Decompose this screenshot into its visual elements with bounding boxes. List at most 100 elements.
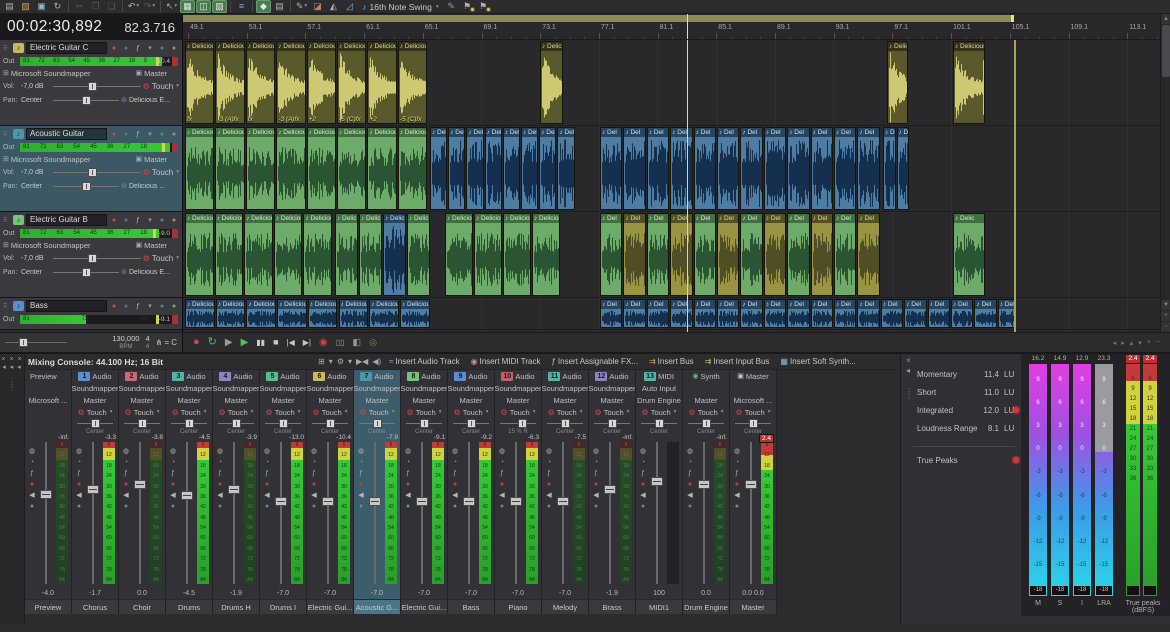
console-settings-gear-icon[interactable]: ⚙ [337,358,344,366]
eq-knob-icon[interactable]: ◔ [594,459,598,466]
playhead[interactable] [687,40,688,332]
audio-clip[interactable]: ♪ Delicious [337,127,366,210]
audio-clip[interactable]: ♪ Delicious [308,299,338,328]
strip-name[interactable]: Electric Gui... [401,599,447,614]
time-signature-numerator[interactable]: 4 [145,335,149,343]
interleave-icon[interactable]: ● [594,503,598,510]
automation-gear-icon[interactable]: ⚙ [219,408,226,417]
volume-fader[interactable] [604,485,616,494]
audio-clip[interactable]: ♪ Del [974,299,996,328]
input-echo-icon[interactable]: ◀ [76,492,81,499]
pan-slider[interactable] [500,419,536,428]
track-record-icon[interactable]: ● [109,45,119,52]
track-grip-icon[interactable]: ⠿ [3,303,11,310]
audio-clip[interactable]: ♪ Delicious-3 (A)fx [215,41,244,124]
automation-mode[interactable]: Touch [745,408,765,417]
audio-clip[interactable]: ♪ Delic [430,127,447,210]
mixer-strip[interactable]: 8AudioSoundmapperMaster⚙Touch▾Center-9.1… [401,370,448,614]
interleave-icon[interactable]: ● [30,503,34,510]
audio-clip[interactable]: ♪ Delicious-5 (C)fx [398,41,427,124]
track-header[interactable]: ⠿♪Bass●●ƒ▾●●Out817263-9.1 [0,298,182,330]
audio-clip[interactable]: ♪ Delic [359,213,382,296]
input-echo-icon[interactable]: ◀ [217,492,222,499]
fx-bypass-icon[interactable]: ⊘ [121,268,127,276]
track-freeze-icon[interactable]: ● [169,131,179,138]
input-echo-icon[interactable]: ◀ [499,492,504,499]
audio-clip[interactable]: ♪ Del [834,299,856,328]
volume-fader[interactable] [557,497,569,506]
zoom-in-icon[interactable]: + [1161,311,1170,321]
panel-drag-handle[interactable]: ⋮ ⋮ ⋮ [905,390,913,399]
output-device[interactable]: Microsoft Soundmapper [11,155,91,164]
strip-input[interactable]: Soundmapper [213,382,259,394]
audio-clip[interactable]: ♪ Delicious [887,41,908,124]
audio-clip[interactable]: ♪ Delicious [276,127,305,210]
slider-thumb[interactable] [82,268,91,277]
track-name[interactable]: Acoustic Guitar [26,128,107,140]
pan-slider[interactable] [453,419,489,428]
project-key[interactable]: ⋔ = C [156,338,177,347]
mixer-strip[interactable]: 4AudioSoundmapperMaster⚙Touch▾Center-3.9… [213,370,260,614]
volume-slider[interactable] [53,254,141,263]
go-to-end-button[interactable]: ▶| [303,339,311,347]
strip-input[interactable]: Soundmapper [260,382,306,394]
track-record-icon[interactable]: ● [109,131,119,138]
strip-input[interactable]: Soundmapper [72,382,118,394]
slider-thumb[interactable] [655,419,664,428]
preview-volume-slider[interactable] [5,338,67,347]
automation-gear-icon[interactable]: ⚙ [125,408,132,417]
input-gain-knob-icon[interactable]: ◍ [452,448,458,455]
metronome-button[interactable]: ▯▯ [336,339,345,347]
audio-clip[interactable]: ♪ Delic [539,127,556,210]
audio-clip[interactable]: ♪ Del [670,127,692,210]
track-freeze-icon[interactable]: ● [169,45,179,52]
input-echo-icon[interactable]: ◀ [452,492,457,499]
audio-clip[interactable]: ♪ De [883,127,896,210]
audio-clip[interactable]: ♪ Deliciousfx [246,41,275,124]
track-grip-icon[interactable]: ⠿ [3,131,11,138]
chevron-down-icon[interactable]: ▾ [251,409,254,415]
input-echo-icon[interactable]: ◀ [311,492,316,499]
input-echo-icon[interactable]: ◀ [640,492,645,499]
volume-value[interactable]: -7,0 dB [21,83,51,90]
volume-slider[interactable] [53,82,141,91]
chevron-down-icon[interactable]: ▾ [176,169,179,175]
record-automation-button[interactable]: ◉ [319,338,328,348]
automation-mode[interactable]: Touch [416,408,436,417]
input-gain-knob-icon[interactable]: ◍ [29,448,35,455]
fx-icon[interactable]: ƒ [594,470,598,477]
eq-knob-icon[interactable]: ◔ [641,459,645,466]
automation-mode[interactable]: Touch [604,408,624,417]
eq-knob-icon[interactable]: ◔ [735,459,739,466]
eq-knob-icon[interactable]: ◔ [359,459,363,466]
narrow-strips-icon[interactable]: ▶◀ [356,358,368,366]
audio-clip[interactable]: ♪ Delic [953,213,985,296]
pause-button[interactable]: ▮▮ [256,339,265,347]
interleave-icon[interactable]: ● [77,503,81,510]
zoom-vert-out-icon[interactable]: ▾ [1138,339,1142,347]
input-echo-icon[interactable]: ◀ [264,492,269,499]
strip-output-bus[interactable]: Master [542,394,588,406]
audio-clip[interactable]: ♪ Delicious [303,213,332,296]
audio-clip[interactable]: ♪ Delicious [540,41,563,124]
pan-value[interactable]: Center [21,183,51,190]
input-echo-icon[interactable]: ◀ [29,492,34,499]
audio-clip[interactable]: ♪ Del [740,213,762,296]
fx-bypass-icon[interactable]: ⊘ [121,96,127,104]
track-name[interactable]: Electric Guitar B [26,214,107,226]
audio-clip[interactable]: ♪ Delic [448,127,465,210]
arm-record-icon[interactable]: ● [406,481,410,488]
time-signature-denominator[interactable]: 4 [146,344,149,350]
audio-clip[interactable]: ♪ Del [694,127,716,210]
fade-tool-icon[interactable]: ◿ [342,0,357,13]
audio-clip[interactable]: ♪ Del [647,299,669,328]
pan-slider[interactable] [53,96,119,105]
scroll-left-icon[interactable]: ◂ [1113,339,1117,347]
slider-thumb[interactable] [702,419,711,428]
pan-slider[interactable] [641,419,677,428]
input-gain-knob-icon[interactable]: ◍ [499,448,505,455]
input-gain-knob-icon[interactable]: ◍ [405,448,411,455]
track-fx-icon[interactable]: ƒ [133,303,143,310]
audio-clip[interactable]: ♪ Del [740,127,762,210]
slider-thumb[interactable] [185,419,194,428]
